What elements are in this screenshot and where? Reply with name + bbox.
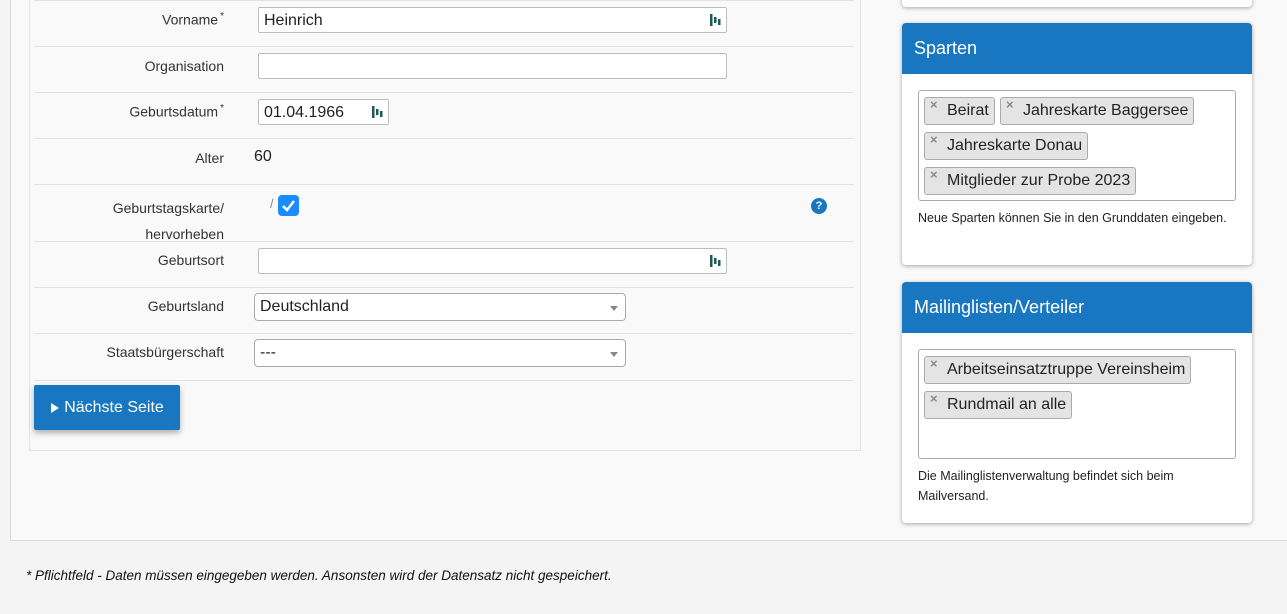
- tag-item[interactable]: × Rundmail an alle: [924, 391, 1073, 419]
- mailinglisten-note: Die Mailinglistenverwaltung befindet sic…: [918, 469, 1174, 503]
- organisation-label: Organisation: [144, 58, 224, 74]
- geburtsland-label: Geburtsland: [147, 298, 224, 314]
- tag-item[interactable]: × Beirat: [924, 97, 995, 125]
- sparten-note: Neue Sparten können Sie in den Grunddate…: [918, 211, 1227, 225]
- tag-item[interactable]: × Arbeitseinsatztruppe Vereinsheim: [924, 356, 1192, 384]
- geburtstagskarte-label: Geburtstagskarte/hervorheben: [112, 200, 224, 242]
- next-page-label: Nächste Seite: [64, 398, 164, 416]
- geburtsdatum-label: Geburtsdatum *: [129, 103, 224, 120]
- remove-icon[interactable]: ×: [930, 391, 938, 406]
- checkmark-icon: [282, 200, 295, 212]
- remove-icon[interactable]: ×: [930, 132, 938, 147]
- alter-label: Alter: [195, 150, 224, 166]
- required-footnote: * Pflichtfeld - Daten müssen eingegeben …: [26, 568, 612, 583]
- tag-item[interactable]: × Mitglieder zur Probe 2023: [924, 167, 1137, 195]
- mailinglisten-card: Mailinglisten/Verteiler × Arbeitseinsatzt…: [902, 282, 1252, 523]
- remove-icon[interactable]: ×: [930, 167, 938, 182]
- sparten-tagbox[interactable]: × Beirat × Jahreskarte Baggersee × Jahreska…: [918, 90, 1236, 201]
- mailinglisten-tagbox[interactable]: × Arbeitseinsatztruppe Vereinsheim × Rundm…: [918, 349, 1236, 459]
- remove-icon[interactable]: ×: [930, 97, 938, 112]
- play-icon: [51, 402, 60, 413]
- geburtsdatum-input[interactable]: 01.04.1966: [258, 99, 389, 125]
- remove-icon[interactable]: ×: [930, 356, 938, 371]
- next-page-button[interactable]: Nächste Seite: [34, 385, 180, 430]
- staatsbuergerschaft-label: Staatsbürgerschaft: [106, 344, 224, 360]
- sparten-card: Sparten × Beirat × Jahreskarte Baggersee ×…: [902, 23, 1252, 265]
- previous-card: [902, 0, 1252, 7]
- alter-value: 60: [254, 148, 272, 165]
- geburtsort-label: Geburtsort: [157, 252, 224, 268]
- sparten-title: Sparten: [902, 23, 1252, 74]
- help-icon[interactable]: ?: [811, 198, 827, 214]
- separator-text: /: [270, 196, 274, 211]
- staatsbuergerschaft-select[interactable]: ---: [254, 339, 626, 367]
- password-manager-icon[interactable]: [709, 13, 721, 27]
- password-manager-icon[interactable]: [709, 254, 721, 268]
- vorname-label: Vorname *: [162, 11, 224, 28]
- chevron-down-icon: [610, 352, 618, 357]
- password-manager-icon[interactable]: [371, 105, 383, 119]
- chevron-down-icon: [610, 306, 618, 311]
- geburtstagskarte-checkbox[interactable]: [278, 195, 299, 216]
- vorname-input[interactable]: Heinrich: [258, 7, 727, 33]
- remove-icon[interactable]: ×: [1006, 97, 1014, 112]
- tag-item[interactable]: × Jahreskarte Baggersee: [1000, 97, 1195, 125]
- row-alter: [34, 138, 854, 185]
- organisation-input[interactable]: [258, 53, 727, 79]
- tag-item[interactable]: × Jahreskarte Donau: [924, 132, 1089, 160]
- geburtsland-select[interactable]: Deutschland: [254, 293, 626, 321]
- mailinglisten-title: Mailinglisten/Verteiler: [902, 282, 1252, 333]
- geburtsort-input[interactable]: [258, 248, 727, 274]
